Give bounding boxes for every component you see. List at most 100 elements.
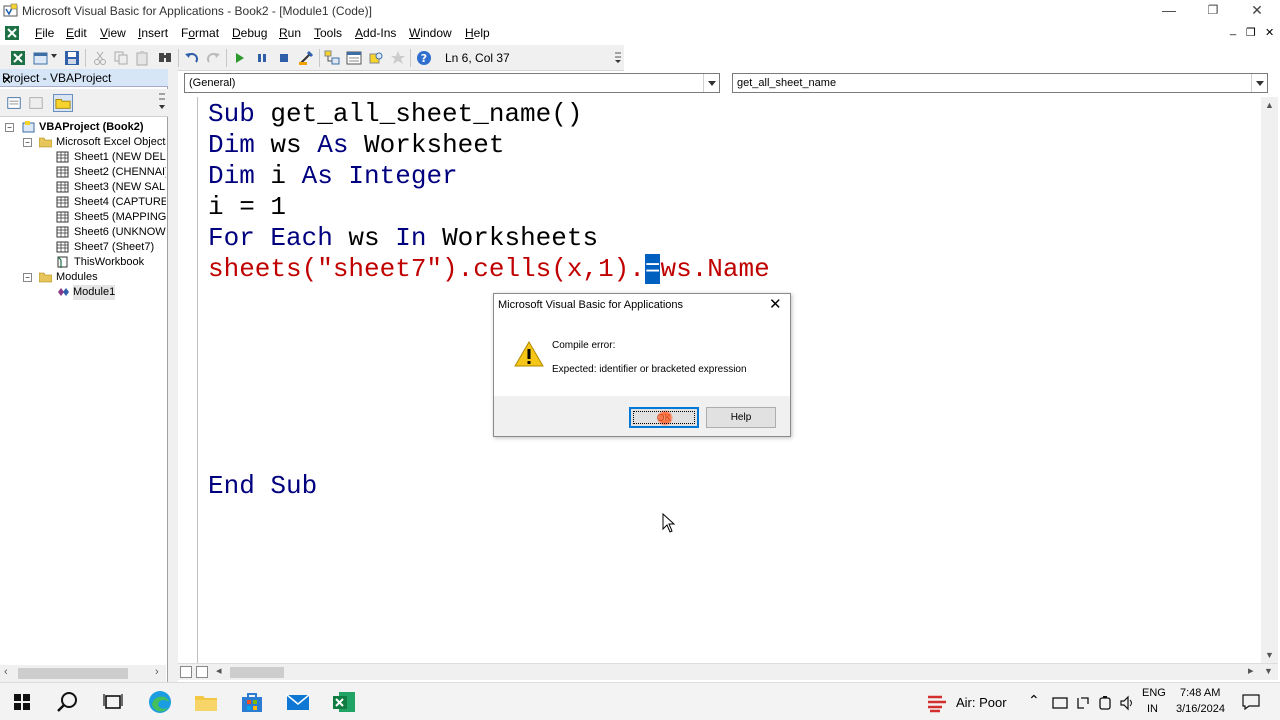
network-icon[interactable]: [1075, 695, 1091, 711]
run-icon[interactable]: [232, 50, 248, 66]
break-icon[interactable]: [254, 50, 270, 66]
toolbar-options-icon[interactable]: [614, 51, 622, 65]
edge-browser-icon[interactable]: [147, 689, 173, 715]
procedure-view-icon[interactable]: [180, 666, 192, 678]
mdi-close-button[interactable]: ✕: [1265, 26, 1274, 39]
scroll-down-icon[interactable]: ▼: [1265, 650, 1274, 660]
project-explorer-close-button[interactable]: ✕: [2, 71, 12, 89]
tree-label-sheet: Sheet1 (NEW DELHI): [74, 151, 166, 163]
tree-label-sheet: Sheet2 (CHENNAI): [74, 166, 166, 178]
scroll-right-icon[interactable]: ›: [155, 666, 159, 678]
redo-icon[interactable]: [205, 50, 221, 66]
insert-module-icon[interactable]: [33, 50, 49, 66]
menu-window[interactable]: Window: [409, 26, 452, 40]
insert-dropdown-icon[interactable]: [51, 54, 57, 58]
design-mode-icon[interactable]: [298, 50, 314, 66]
code-horizontal-scrollbar[interactable]: ◂ ▸ ▼: [178, 663, 1278, 680]
file-explorer-icon[interactable]: [193, 689, 219, 715]
menu-format[interactable]: Format: [181, 26, 219, 40]
tree-label-sheet: Sheet4 (CAPTURE): [74, 196, 166, 208]
pane-splitter[interactable]: [168, 69, 178, 683]
collapse-icon[interactable]: −: [23, 273, 32, 282]
restore-button[interactable]: ❐: [1191, 0, 1235, 22]
view-excel-icon[interactable]: [10, 50, 26, 66]
copy-icon[interactable]: [113, 50, 129, 66]
scroll-thumb[interactable]: [18, 668, 128, 679]
menu-file[interactable]: File: [35, 26, 54, 40]
toolbox-icon[interactable]: [390, 50, 406, 66]
close-button[interactable]: ✕: [1235, 0, 1279, 22]
clock-date[interactable]: 3/16/2024: [1176, 703, 1225, 715]
worksheet-icon: [56, 211, 69, 223]
mdi-minimize-button[interactable]: _: [1230, 24, 1236, 36]
menu-view[interactable]: View: [100, 26, 126, 40]
code-vertical-scrollbar[interactable]: ▲ ▼: [1261, 97, 1278, 663]
object-browser-icon[interactable]: [368, 50, 384, 66]
excel-taskbar-icon[interactable]: [331, 689, 357, 715]
mdi-restore-button[interactable]: ❐: [1246, 26, 1256, 39]
language-indicator[interactable]: ENG: [1142, 687, 1166, 699]
show-hidden-icons-icon[interactable]: ⌃: [1028, 692, 1040, 709]
notifications-icon[interactable]: [1242, 694, 1260, 710]
chevron-down-icon[interactable]: [1251, 74, 1267, 92]
minimize-button[interactable]: —: [1147, 0, 1191, 22]
chevron-down-icon[interactable]: [703, 74, 719, 92]
scroll-right-icon[interactable]: ▸: [1248, 664, 1254, 677]
paste-icon[interactable]: [135, 50, 151, 66]
menu-help[interactable]: Help: [465, 26, 490, 40]
project-explorer-icon[interactable]: [324, 50, 340, 66]
find-icon[interactable]: [157, 50, 173, 66]
tree-label-modules: Modules: [56, 271, 98, 283]
collapse-icon[interactable]: −: [23, 138, 32, 147]
full-module-view-icon[interactable]: [196, 666, 208, 678]
toggle-folders-icon[interactable]: [53, 94, 73, 112]
ok-button[interactable]: OK: [629, 407, 699, 428]
task-view-icon[interactable]: [100, 689, 126, 715]
menu-insert[interactable]: Insert: [138, 26, 168, 40]
menu-debug[interactable]: Debug: [232, 26, 267, 40]
clock-time[interactable]: 7:48 AM: [1180, 687, 1220, 699]
properties-window-icon[interactable]: [346, 50, 362, 66]
menu-edit[interactable]: Edit: [66, 26, 87, 40]
volume-icon[interactable]: [1119, 695, 1135, 711]
vba-app-icon: [3, 3, 18, 17]
scroll-left-icon[interactable]: ◂: [216, 664, 222, 677]
view-object-icon[interactable]: [26, 94, 46, 112]
mail-icon[interactable]: [285, 689, 311, 715]
battery-icon[interactable]: [1097, 695, 1113, 711]
worksheet-icon: [56, 196, 69, 208]
click-highlight: [657, 410, 673, 426]
code-margin[interactable]: [178, 97, 198, 663]
object-combobox[interactable]: (General): [184, 73, 720, 93]
region-indicator[interactable]: IN: [1147, 703, 1158, 715]
onedrive-icon[interactable]: [1052, 696, 1068, 710]
worksheet-icon: [56, 181, 69, 193]
windows-start-icon[interactable]: [9, 689, 35, 715]
menu-add-ins[interactable]: Add-Ins: [355, 26, 396, 40]
window-title: Microsoft Visual Basic for Applications …: [22, 4, 372, 18]
weather-status[interactable]: Air: Poor: [956, 695, 1007, 710]
scroll-thumb[interactable]: [230, 667, 284, 678]
help-icon[interactable]: ?: [416, 50, 432, 66]
reset-icon[interactable]: [276, 50, 292, 66]
cut-icon[interactable]: [92, 50, 108, 66]
air-quality-icon[interactable]: [926, 692, 948, 714]
procedure-combobox-value: get_all_sheet_name: [737, 77, 837, 89]
procedure-combobox[interactable]: get_all_sheet_name: [732, 73, 1268, 93]
view-code-icon[interactable]: [4, 94, 24, 112]
scroll-down-icon[interactable]: ▼: [1264, 666, 1273, 676]
help-button[interactable]: Help: [706, 407, 776, 428]
save-icon[interactable]: [64, 50, 80, 66]
microsoft-store-icon[interactable]: [239, 689, 265, 715]
project-toolbar-options-icon[interactable]: [158, 91, 166, 115]
menu-run[interactable]: Run: [279, 26, 301, 40]
undo-icon[interactable]: [184, 50, 200, 66]
excel-view-icon[interactable]: [4, 25, 20, 41]
search-icon[interactable]: [55, 689, 81, 715]
menu-tools[interactable]: Tools: [314, 26, 342, 40]
scroll-left-icon[interactable]: ‹: [4, 666, 8, 678]
scroll-up-icon[interactable]: ▲: [1265, 100, 1274, 110]
collapse-icon[interactable]: −: [5, 123, 14, 132]
project-horizontal-scrollbar[interactable]: ‹ ›: [0, 665, 166, 682]
dialog-close-button[interactable]: ✕: [769, 297, 782, 313]
